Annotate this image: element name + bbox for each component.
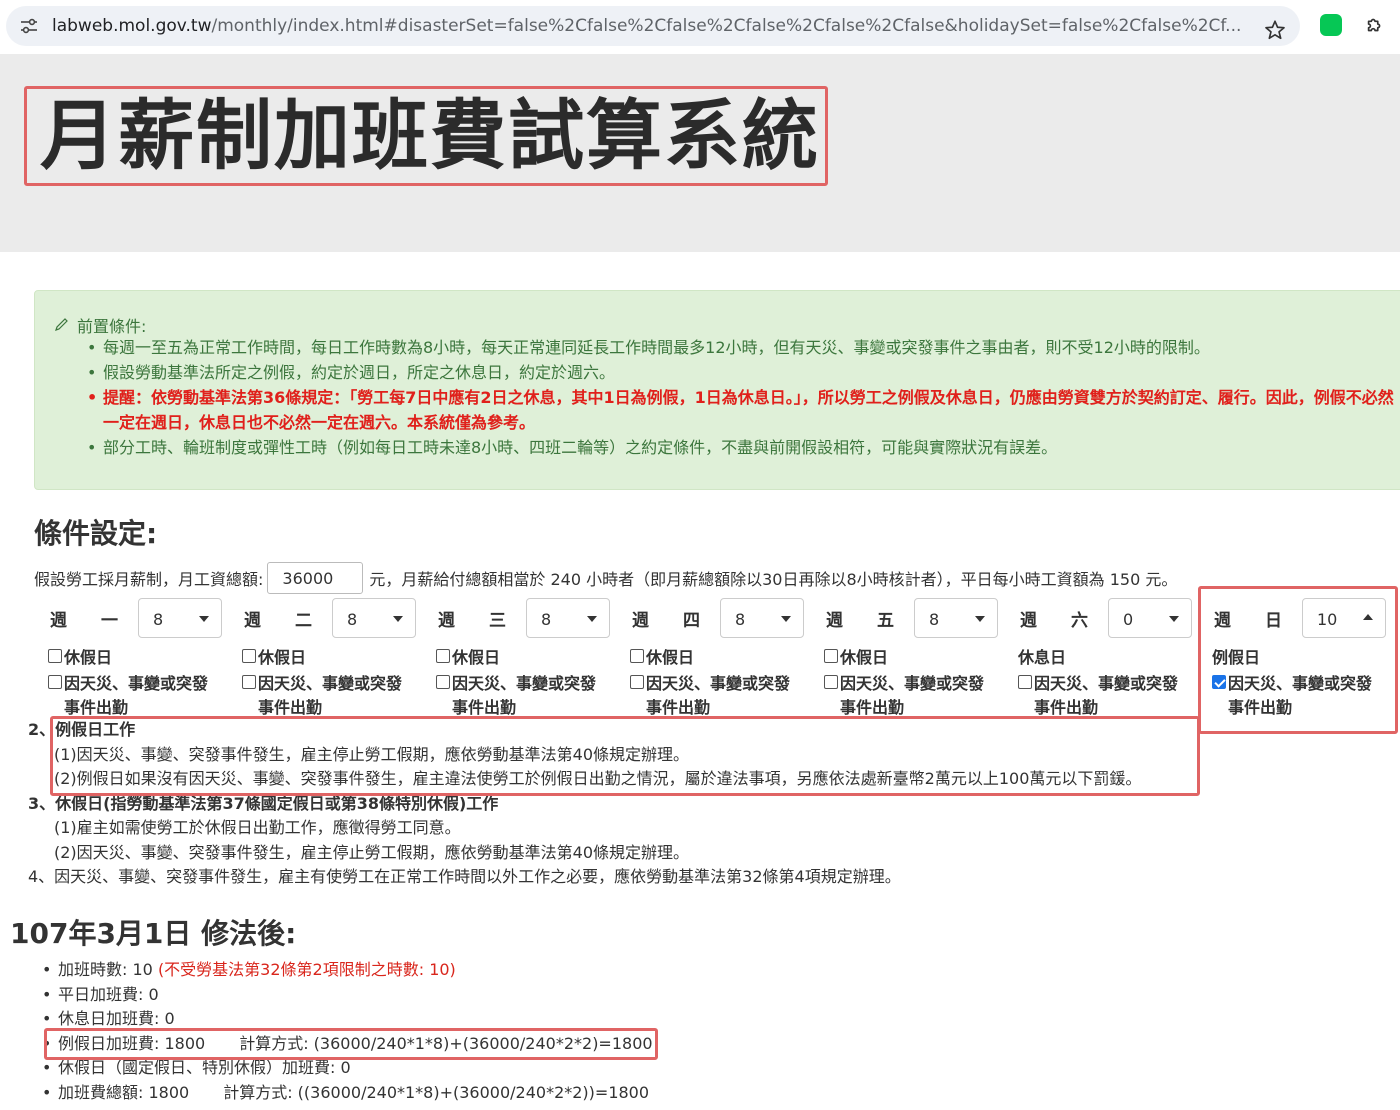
hours-select-saturday[interactable]: 0	[1108, 598, 1192, 638]
result-overtime-note: (不受勞基法第32條第2項限制之時數: 10)	[157, 960, 456, 979]
day-column-friday: 週五 8 休假日 因天災、事變或突發 事件出勤	[810, 598, 1000, 718]
disaster-checkbox-tuesday[interactable]: 因天災、事變或突發	[242, 670, 402, 694]
chevron-down-icon	[781, 616, 791, 622]
preconditions-heading-text: 前置條件:	[77, 317, 147, 336]
day-column-tuesday: 週二 8 休假日 因天災、事變或突發 事件出勤	[228, 598, 418, 718]
chevron-down-icon	[587, 616, 597, 622]
extensions-puzzle-icon[interactable]	[1364, 14, 1386, 36]
hours-select-wednesday[interactable]: 8	[526, 598, 610, 638]
hours-select-thursday[interactable]: 8	[720, 598, 804, 638]
precondition-item: 假設勞動基準法所定之例假，約定於週日，所定之休息日，約定於週六。	[87, 360, 1397, 385]
holiday-checkbox-tuesday[interactable]: 休假日	[242, 644, 306, 668]
preconditions-panel: 前置條件: 每週一至五為正常工作時間，每日工作時數為8小時，每天正常連同延長工作…	[34, 290, 1400, 490]
disaster-label-line2: 事件出勤	[258, 698, 323, 717]
day-label: 週六	[1020, 611, 1088, 631]
holiday-checkbox-wednesday[interactable]: 休假日	[436, 644, 500, 668]
results-title: 107年3月1日 修法後:	[10, 917, 297, 950]
hours-select-monday[interactable]: 8	[138, 598, 222, 638]
chevron-down-icon	[975, 616, 985, 622]
day-label: 週一	[50, 611, 118, 631]
line-extension-icon[interactable]	[1320, 14, 1342, 36]
url-host: labweb.mol.gov.tw	[52, 16, 212, 36]
disaster-label-line2: 事件出勤	[646, 698, 711, 717]
day-label: 週二	[244, 611, 312, 631]
chevron-down-icon	[393, 616, 403, 622]
disaster-label-line2: 事件出勤	[840, 698, 905, 717]
disaster-checkbox-friday[interactable]: 因天災、事變或突發	[824, 670, 984, 694]
precondition-item: 每週一至五為正常工作時間，每日工作時數為8小時，每天正常連同延長工作時間最多12…	[87, 335, 1397, 360]
preconditions-list: 每週一至五為正常工作時間，每日工作時數為8小時，每天正常連同延長工作時間最多12…	[87, 335, 1397, 460]
day-column-wednesday: 週三 8 休假日 因天災、事變或突發 事件出勤	[422, 598, 612, 718]
preconditions-heading: 前置條件:	[55, 313, 146, 337]
sunday-highlight-box	[1198, 586, 1398, 734]
salary-suffix: 元，月薪給付總額相當於 240 小時者（即月薪總額除以30日再除以8小時核計者）…	[369, 570, 1178, 589]
url-path: /monthly/index.html#disasterSet=false%2C…	[211, 16, 1242, 36]
url-text[interactable]: labweb.mol.gov.tw/monthly/index.html#dis…	[52, 16, 1252, 36]
day-label: 週三	[438, 611, 506, 631]
hours-select-tuesday[interactable]: 8	[332, 598, 416, 638]
disaster-label-line2: 事件出勤	[1034, 698, 1099, 717]
salary-prefix: 假設勞工採月薪制，月工資總額:	[34, 570, 264, 589]
bookmark-star-icon[interactable]	[1264, 19, 1286, 41]
disaster-checkbox-thursday[interactable]: 因天災、事變或突發	[630, 670, 790, 694]
hours-select-friday[interactable]: 8	[914, 598, 998, 638]
pencil-icon	[55, 318, 68, 331]
result-highlight-box	[44, 1028, 658, 1060]
day-label: 週四	[632, 611, 700, 631]
disaster-checkbox-saturday[interactable]: 因天災、事變或突發	[1018, 670, 1178, 694]
disaster-checkbox-monday[interactable]: 因天災、事變或突發	[48, 670, 208, 694]
chevron-down-icon	[1169, 616, 1179, 622]
day-column-saturday: 週六 0 休息日 因天災、事變或突發 事件出勤	[1004, 598, 1194, 718]
day-column-thursday: 週四 8 休假日 因天災、事變或突發 事件出勤	[616, 598, 806, 718]
holiday-checkbox-thursday[interactable]: 休假日	[630, 644, 694, 668]
browser-toolbar: labweb.mol.gov.tw/monthly/index.html#dis…	[0, 0, 1400, 54]
notes-highlight-box	[50, 716, 1200, 796]
result-total-pay: 加班費總額: 1800計算方式: ((36000/240*1*8)+(36000…	[42, 1081, 653, 1106]
precondition-warning: 提醒：依勞動基準法第36條規定：「勞工每7日中應有2日之休息，其中1日為例假，1…	[87, 385, 1397, 435]
address-bar[interactable]: labweb.mol.gov.tw/monthly/index.html#dis…	[6, 6, 1300, 46]
salary-line: 假設勞工採月薪制，月工資總額: 元，月薪給付總額相當於 240 小時者（即月薪總…	[34, 562, 1177, 594]
day-label: 週五	[826, 611, 894, 631]
note-3a: (1)雇主如需使勞工於休假日出勤工作，應徵得勞工同意。	[54, 818, 461, 837]
disaster-label-line2: 事件出勤	[64, 698, 129, 717]
note-3b: (2)因天災、事變、突發事件發生，雇主停止勞工假期，應依勞動基準法第40條規定辦…	[54, 842, 690, 862]
rest-day-label: 休息日	[1018, 648, 1067, 667]
result-weekday-pay: 平日加班費: 0	[42, 983, 653, 1008]
note-4: 4、因天災、事變、突發事件發生，雇主有使勞工在正常工作時間以外工作之必要，應依勞…	[28, 867, 901, 886]
settings-title: 條件設定:	[34, 517, 158, 550]
day-column-monday: 週一 8 休假日 因天災、事變或突發 事件出勤	[34, 598, 224, 718]
page-title: 月薪制加班費試算系統	[40, 91, 820, 180]
disaster-label-line2: 事件出勤	[452, 698, 517, 717]
site-settings-icon[interactable]	[20, 18, 38, 34]
precondition-item: 部分工時、輪班制度或彈性工時（例如每日工時未達8小時、四班二輪等）之約定條件，不…	[87, 435, 1397, 460]
result-overtime-hours: 加班時數: 10 (不受勞基法第32條第2項限制之時數: 10)	[42, 958, 653, 983]
holiday-checkbox-friday[interactable]: 休假日	[824, 644, 888, 668]
chevron-down-icon	[199, 616, 209, 622]
holiday-checkbox-monday[interactable]: 休假日	[48, 644, 112, 668]
result-total-formula: 計算方式: ((36000/240*1*8)+(36000/240*2*2))=…	[223, 1082, 650, 1102]
disaster-checkbox-wednesday[interactable]: 因天災、事變或突發	[436, 670, 596, 694]
monthly-salary-input[interactable]	[267, 562, 364, 594]
